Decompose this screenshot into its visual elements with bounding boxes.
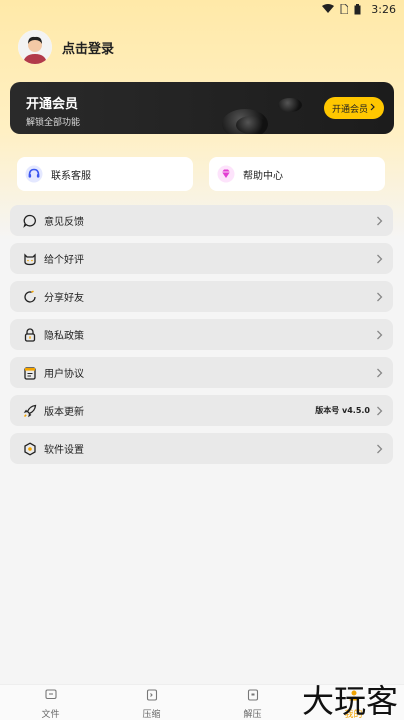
watermark-logo: 大玩客: [301, 682, 398, 720]
chevron-right-icon: [370, 103, 376, 114]
avatar[interactable]: [18, 30, 52, 64]
no-sim-icon: [340, 4, 349, 14]
tab-decompress[interactable]: 解压: [202, 685, 303, 720]
tab-label: 解压: [243, 709, 262, 720]
chat-icon: [22, 213, 38, 229]
menu-item-update[interactable]: 版本更新 版本号 v4.5.0: [10, 395, 393, 426]
cat-icon: [22, 251, 38, 267]
chevron-right-icon: [376, 325, 383, 344]
help-center-label: 帮助中心: [243, 170, 283, 182]
menu-item-feedback[interactable]: 意见反馈: [10, 205, 393, 236]
chevron-right-icon: [376, 401, 383, 420]
hexagon-icon: [22, 441, 38, 457]
menu-item-rate[interactable]: 给个好评: [10, 243, 393, 274]
headset-icon: [25, 165, 43, 183]
file-icon: [44, 686, 57, 705]
rocket-icon: [22, 403, 38, 419]
status-time: 3:26: [371, 2, 396, 16]
version-number: 版本号 v4.5.0: [315, 406, 370, 415]
tab-files[interactable]: 文件: [0, 685, 101, 720]
vip-subtitle: 解锁全部功能: [26, 118, 81, 128]
decorative-blob: [278, 98, 302, 112]
login-area[interactable]: 点击登录: [18, 30, 114, 64]
menu-item-privacy[interactable]: 隐私政策: [10, 319, 393, 350]
menu-item-label: 意见反馈: [44, 217, 84, 228]
contact-service-button[interactable]: 联系客服: [17, 157, 193, 191]
open-vip-button[interactable]: 开通会员: [324, 97, 384, 119]
battery-icon: [354, 3, 361, 15]
refresh-icon: [22, 289, 38, 305]
chevron-right-icon: [376, 363, 383, 382]
menu-item-share[interactable]: 分享好友: [10, 281, 393, 312]
vip-title: 开通会员: [26, 97, 79, 112]
lock-icon: [22, 327, 38, 343]
chevron-right-icon: [376, 211, 383, 230]
tab-compress[interactable]: 压缩: [101, 685, 202, 720]
menu-item-label: 分享好友: [44, 293, 84, 304]
menu-item-agreement[interactable]: 用户协议: [10, 357, 393, 388]
chevron-right-icon: [376, 249, 383, 268]
status-bar: 3:26: [0, 0, 404, 18]
open-vip-label: 开通会员: [331, 104, 368, 115]
menu-item-label: 隐私政策: [44, 331, 84, 342]
diamond-icon: [217, 165, 235, 183]
login-link[interactable]: 点击登录: [62, 38, 114, 57]
compress-icon: [146, 686, 158, 705]
contact-service-label: 联系客服: [51, 170, 91, 182]
menu-item-label: 给个好评: [44, 255, 84, 266]
tab-label: 压缩: [142, 709, 161, 720]
wifi-icon: [322, 4, 335, 14]
menu-item-settings[interactable]: 软件设置: [10, 433, 393, 464]
menu-item-label: 版本更新: [44, 407, 84, 418]
decompress-icon: [247, 686, 259, 705]
decorative-blob: [236, 116, 266, 134]
chevron-right-icon: [376, 439, 383, 458]
menu-item-label: 软件设置: [44, 445, 84, 456]
chevron-right-icon: [376, 287, 383, 306]
vip-banner[interactable]: 开通会员 解锁全部功能 开通会员: [10, 82, 394, 134]
menu-item-label: 用户协议: [44, 369, 84, 380]
help-center-button[interactable]: 帮助中心: [209, 157, 385, 191]
tab-label: 文件: [41, 709, 60, 720]
note-icon: [22, 365, 38, 381]
